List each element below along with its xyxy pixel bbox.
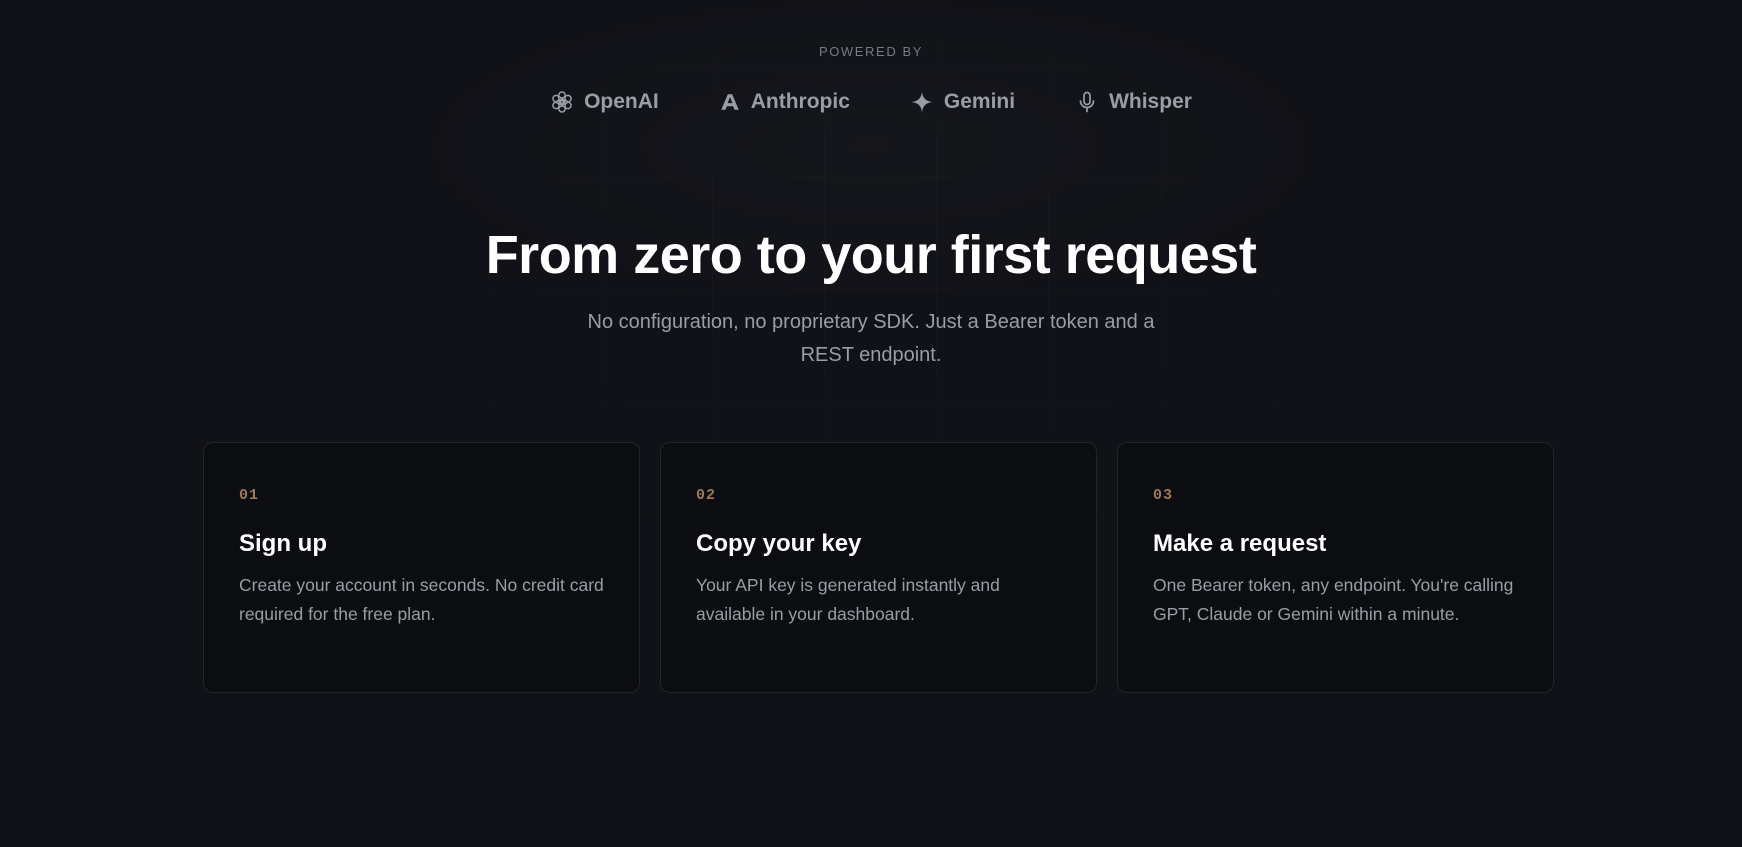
step-number: 02 (696, 487, 717, 504)
provider-list: OpenAI Anthropic Gemini Whisper (0, 86, 1742, 118)
provider-name: Anthropic (750, 90, 850, 113)
step-number: 01 (239, 487, 260, 504)
provider-gemini: Gemini (910, 90, 1015, 114)
step-title: Sign up (239, 530, 327, 557)
microphone-icon (1079, 91, 1095, 113)
openai-icon (552, 91, 572, 113)
steps-list: 01 Sign up Create your account in second… (203, 442, 1554, 693)
step-description: Create your account in seconds. No credi… (239, 575, 604, 624)
step-title: Copy your key (696, 530, 862, 557)
provider-openai: OpenAI (550, 90, 659, 114)
step-card-sign-up: 01 Sign up Create your account in second… (203, 442, 640, 693)
provider-anthropic: Anthropic (719, 90, 850, 114)
step-card-copy-key: 02 Copy your key Your API key is generat… (660, 442, 1097, 693)
anthropic-icon (721, 94, 739, 110)
step-description: One Bearer token, any endpoint. You're c… (1153, 575, 1514, 624)
page-subtitle: No configuration, no proprietary SDK. Ju… (587, 311, 1155, 366)
page-title: From zero to your first request (485, 225, 1257, 285)
page: POWERED BY OpenAI Anthropic Gemini Whisp… (0, 0, 1742, 847)
provider-name: Whisper (1109, 90, 1192, 113)
provider-name: OpenAI (584, 90, 659, 113)
powered-by-label: POWERED BY (818, 44, 924, 59)
step-description: Your API key is generated instantly and … (696, 575, 1000, 624)
gemini-sparkle-icon (911, 91, 933, 113)
step-title: Make a request (1153, 530, 1327, 557)
step-card-make-request: 03 Make a request One Bearer token, any … (1117, 442, 1554, 693)
step-number: 03 (1153, 487, 1174, 504)
provider-name: Gemini (943, 90, 1016, 113)
provider-whisper: Whisper (1075, 90, 1192, 114)
